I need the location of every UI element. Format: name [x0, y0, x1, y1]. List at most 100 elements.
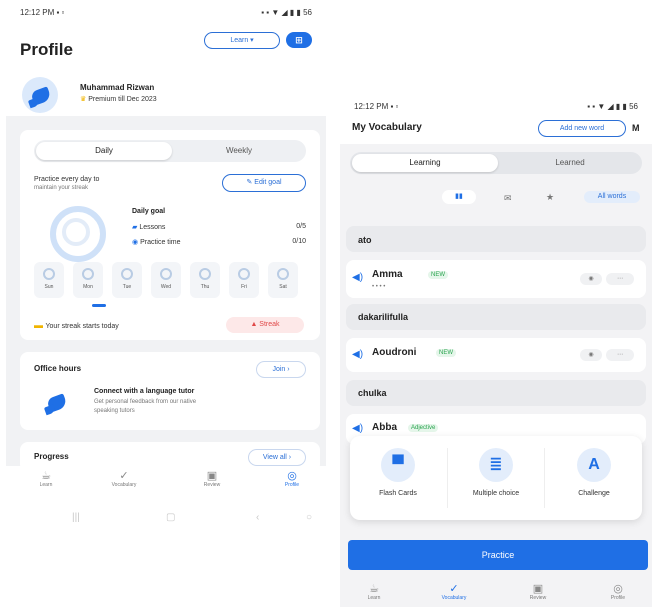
menu-icon[interactable]: M	[632, 123, 640, 133]
status-icons: ▪ ▪ ▼ ◢ ▮ ▮ 56	[261, 8, 312, 17]
streak-text: Your streak starts today	[45, 323, 119, 330]
assistant-icon[interactable]: ○	[306, 512, 312, 523]
period-toggle: Daily Weekly	[34, 140, 306, 162]
day-status-icon	[121, 268, 133, 280]
star-icon[interactable]: ★	[546, 192, 554, 203]
day-label: Sat	[279, 284, 287, 290]
home-icon[interactable]: ▢	[166, 512, 175, 523]
flame-icon: ▬	[34, 320, 46, 330]
status-time: 12:12 PM ▪ ▫	[20, 8, 65, 17]
eye-icon[interactable]: ◉	[580, 349, 602, 361]
progress-title: Progress	[34, 452, 69, 461]
speaker-icon[interactable]: ◀)	[352, 423, 363, 434]
word-text: chulka	[358, 388, 387, 398]
word-text: Aoudroni	[372, 347, 417, 358]
option-multiple-choice[interactable]: ≣ Multiple choice	[448, 436, 544, 520]
more-icon[interactable]: ⋯	[606, 273, 634, 285]
multiple-choice-icon: ≣	[479, 448, 513, 482]
office-name: Connect with a language tutor	[94, 388, 195, 395]
streak-button[interactable]: ▲ Streak	[226, 317, 304, 333]
more-icon[interactable]: ⋯	[606, 349, 634, 361]
word-row[interactable]: ato	[346, 226, 646, 252]
learn-button[interactable]: Learn ▾	[204, 32, 280, 49]
new-tag: NEW	[436, 349, 456, 357]
challenge-label: Challenge	[578, 490, 610, 497]
edit-goal-button[interactable]: ✎ Edit goal	[222, 174, 306, 192]
word-row[interactable]: ◀) Amma NEW • • • • ◉ ⋯	[346, 260, 646, 298]
day-tile[interactable]: Fri	[229, 262, 259, 298]
day-status-icon	[199, 268, 211, 280]
day-label: Tue	[122, 284, 132, 290]
status-bar: 12:12 PM ▪ ▫ ▪ ▪ ▼ ◢ ▮ ▮ 56	[6, 2, 326, 24]
day-tile[interactable]: Tue	[112, 262, 142, 298]
tab-vocabulary[interactable]: ✓ Vocabulary	[424, 583, 484, 601]
stat-time-label: Practice time	[140, 239, 181, 246]
today-indicator	[92, 304, 106, 307]
day-tile[interactable]: Sat	[268, 262, 298, 298]
tab-profile-label: Profile	[284, 482, 300, 488]
word-text: ato	[358, 235, 372, 245]
tab-review[interactable]: ▣ Review	[182, 470, 242, 488]
divider	[544, 448, 545, 508]
tab-learn-label: Learn	[39, 482, 53, 488]
tab-learning[interactable]: Learning	[352, 154, 498, 172]
option-flash-cards[interactable]: ▀ Flash Cards	[350, 436, 446, 520]
recents-icon[interactable]: |||	[72, 512, 80, 523]
day-status-icon	[277, 268, 289, 280]
stat-lessons: ▰ Lessons	[132, 223, 165, 231]
status-icons-right: ▪ ▪ ▼ ◢ ▮ ▮ 56	[587, 102, 638, 111]
status-time-right: 12:12 PM ▪ ▫	[354, 102, 399, 111]
challenge-icon: A	[577, 448, 611, 482]
day-tile[interactable]: Wed	[151, 262, 181, 298]
day-status-icon	[160, 268, 172, 280]
flash-cards-label: Flash Cards	[379, 490, 417, 497]
system-nav-bar: ||| ▢ ‹ ○	[6, 508, 326, 530]
tab-weekly[interactable]: Weekly	[174, 142, 304, 160]
avatar[interactable]	[22, 77, 58, 113]
day-tile[interactable]: Mon	[73, 262, 103, 298]
practice-button[interactable]: Practice	[348, 540, 648, 570]
tab-profile[interactable]: ◎ Profile	[588, 583, 648, 601]
eye-icon[interactable]: ◉	[580, 273, 602, 285]
word-text: Amma	[372, 269, 403, 280]
back-icon[interactable]: ‹	[256, 512, 259, 523]
bottom-tab-bar: ☕ Learn ✓ Vocabulary ▣ Review ◎ Profile	[6, 466, 326, 494]
day-tile[interactable]: Thu	[190, 262, 220, 298]
word-row[interactable]: chulka	[346, 380, 646, 406]
clock-icon: ◉	[132, 239, 141, 246]
tab-learned[interactable]: Learned	[500, 154, 640, 172]
day-tile[interactable]: Sun	[34, 262, 64, 298]
view-all-button[interactable]: View all ›	[248, 449, 306, 466]
page-title: Profile	[20, 40, 73, 59]
word-dots: • • • •	[372, 284, 386, 290]
join-button[interactable]: Join ›	[256, 361, 306, 378]
goal-line-1: Practice every day to	[34, 176, 100, 183]
stat-time-value: 0/10	[292, 238, 306, 245]
edit-goal-label: Edit goal	[254, 179, 282, 186]
chat-icon[interactable]: ✉	[504, 193, 512, 204]
tab-review[interactable]: ▣ Review	[508, 583, 568, 601]
word-row[interactable]: ◀) Aoudroni NEW ◉ ⋯	[346, 338, 646, 372]
day-label: Fri	[241, 284, 247, 290]
add-new-word-button[interactable]: Add new word	[538, 120, 626, 137]
profile-name: Muhammad Rizwan	[80, 83, 155, 92]
tab-review-label: Review	[203, 482, 221, 488]
tab-learn[interactable]: ☕ Learn	[344, 583, 404, 601]
list-view-toggle[interactable]: ▮▮	[442, 190, 476, 204]
option-challenge[interactable]: A Challenge	[546, 436, 642, 520]
tab-learn[interactable]: ☕ Learn	[16, 470, 76, 488]
cup-icon: ☕	[41, 470, 51, 482]
flash-cards-icon: ▀	[381, 448, 415, 482]
cup-icon: ☕	[369, 583, 379, 595]
stat-time: ◉ Practice time	[132, 238, 181, 246]
all-words-filter[interactable]: All words	[584, 191, 640, 203]
word-row[interactable]: dakarilifulla	[346, 304, 646, 330]
tab-profile[interactable]: ◎ Profile	[262, 470, 322, 488]
person-icon: ◎	[287, 470, 297, 482]
speaker-icon[interactable]: ◀)	[352, 349, 363, 360]
speaker-icon[interactable]: ◀)	[352, 272, 363, 283]
grid-icon[interactable]: ⊞	[286, 32, 312, 48]
stat-lessons-value: 0/5	[296, 223, 306, 230]
tab-daily[interactable]: Daily	[36, 142, 172, 160]
tab-vocabulary[interactable]: ✓ Vocabulary	[94, 470, 154, 488]
